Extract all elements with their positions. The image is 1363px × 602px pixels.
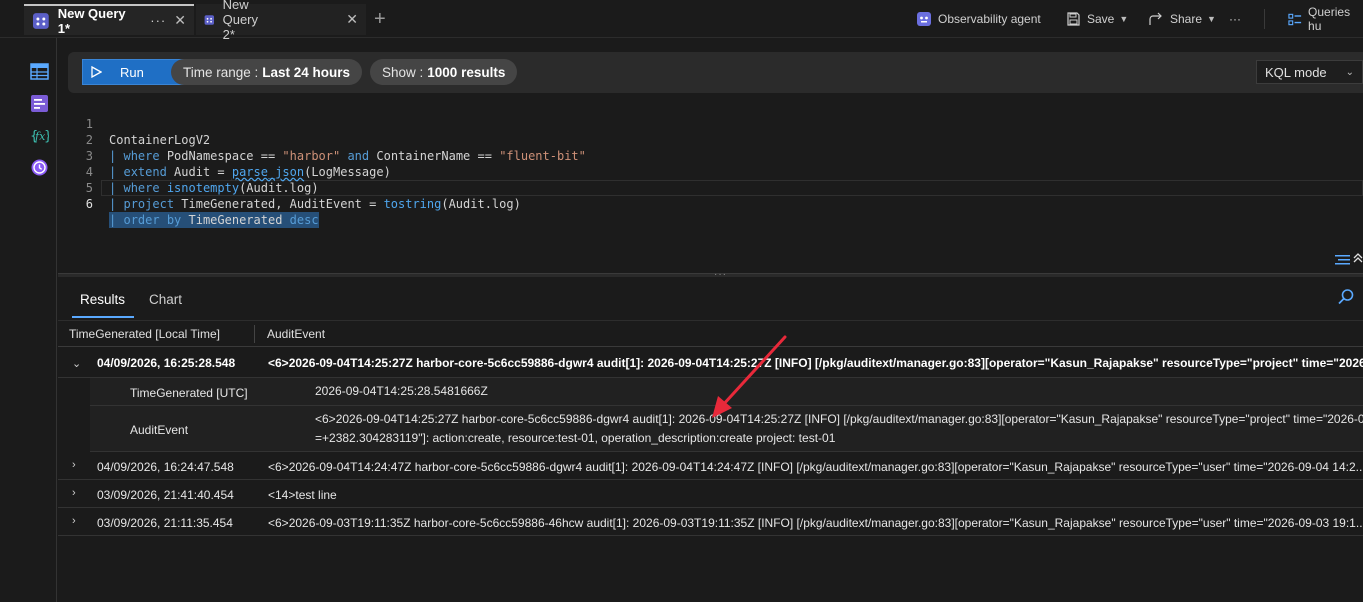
- log-analytics-query-window: New Query 1* ··· ✕ New Query 2* ✕ + Obse…: [0, 0, 1363, 602]
- annotation-arrow: [712, 335, 787, 418]
